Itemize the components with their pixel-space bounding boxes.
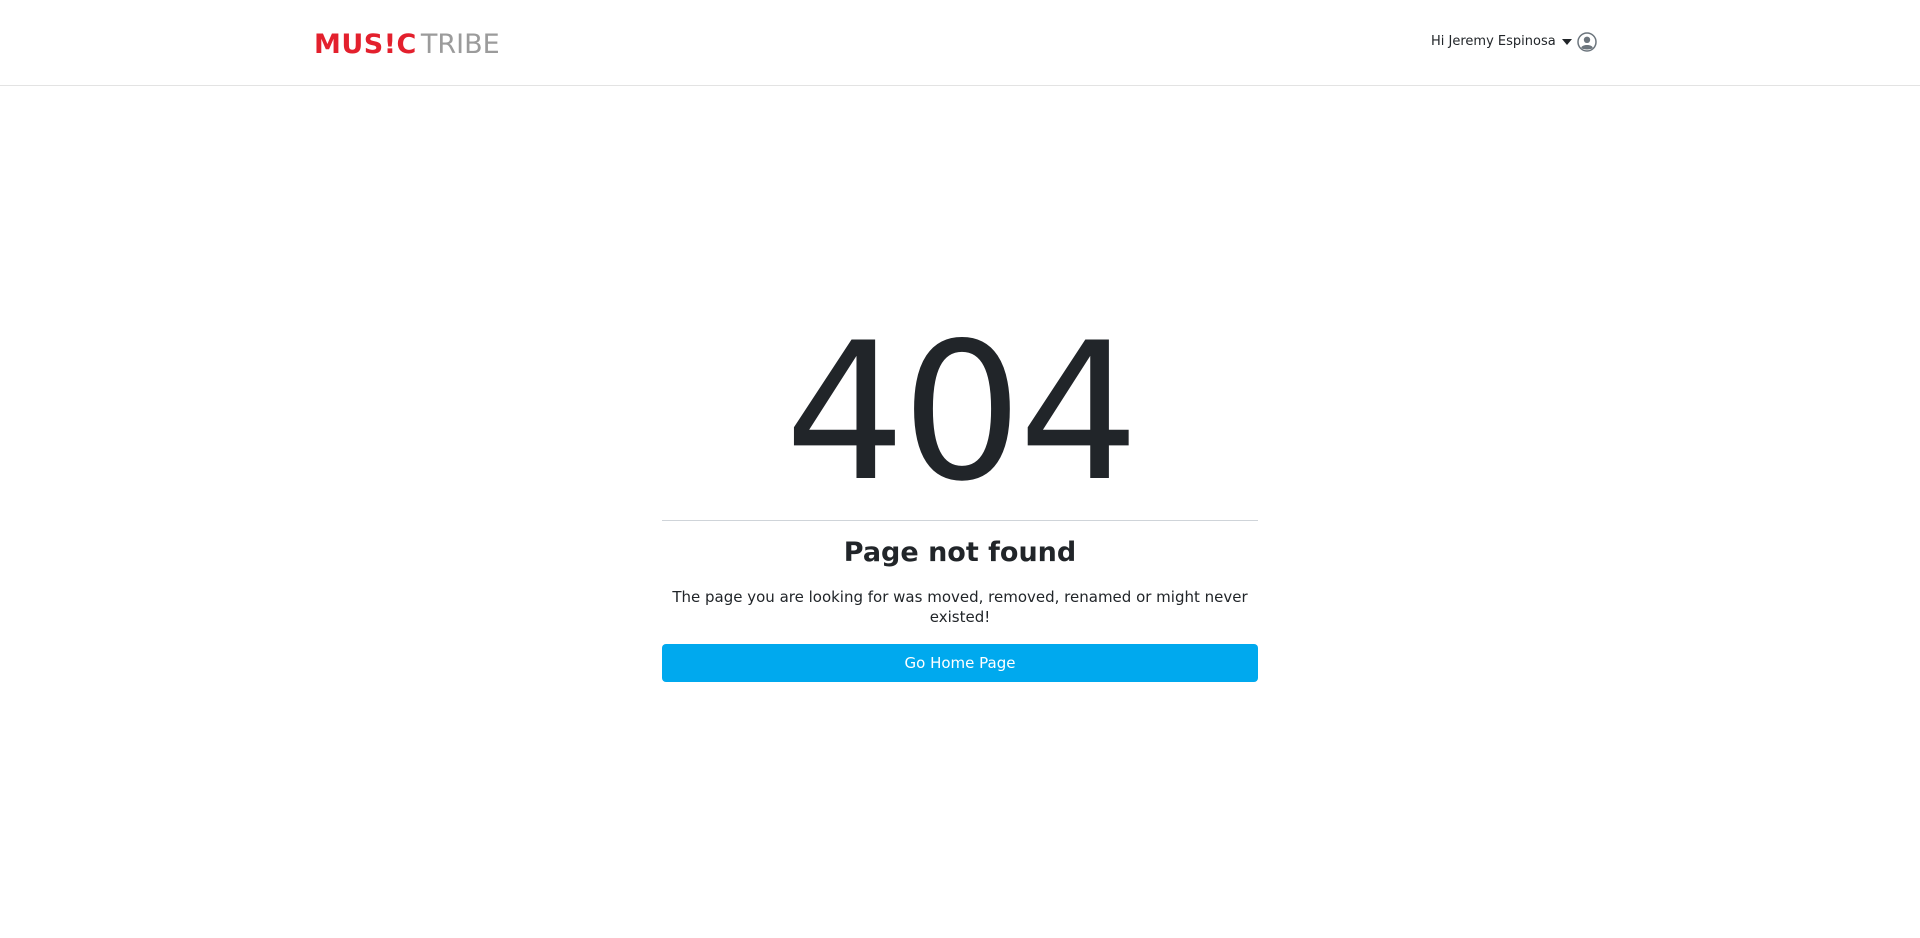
logo-music-text: MUS!C	[314, 29, 417, 60]
music-tribe-logo[interactable]: MUS!C TRIBE	[314, 30, 500, 60]
user-greeting: Hi Jeremy Espinosa	[1431, 34, 1556, 49]
user-avatar-icon[interactable]	[1576, 32, 1597, 52]
error-code: 404	[784, 302, 1140, 523]
error-title: Page not found	[843, 537, 1077, 568]
error-message: The page you are looking for was moved, …	[672, 588, 1248, 626]
caret-down-icon	[1561, 39, 1572, 45]
top-header: MUS!C TRIBE Hi Jeremy Espinosa	[0, 0, 1920, 86]
go-home-button[interactable]: Go Home Page	[662, 644, 1258, 682]
user-menu-dropdown[interactable]: Hi Jeremy Espinosa	[1431, 31, 1597, 53]
error-content: 404 Page not found The page you are look…	[662, 318, 1258, 682]
logo-tribe-text: TRIBE	[420, 29, 500, 60]
